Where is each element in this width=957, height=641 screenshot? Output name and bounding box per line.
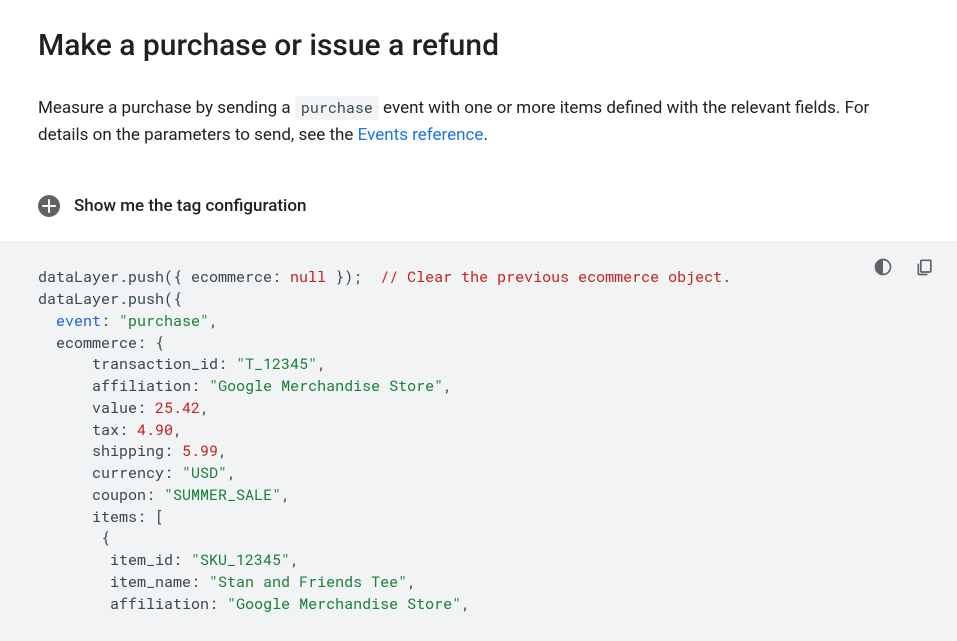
copy-icon [915, 257, 935, 277]
intro-paragraph: Measure a purchase by sending a purchase… [38, 95, 919, 149]
page-title: Make a purchase or issue a refund [38, 28, 919, 63]
expander-label: Show me the tag configuration [74, 196, 306, 216]
code-content: dataLayer.push({ ecommerce: null }); // … [38, 267, 919, 615]
events-reference-link[interactable]: Events reference [358, 125, 484, 145]
plus-icon [38, 195, 60, 217]
expand-tag-config[interactable]: Show me the tag configuration [38, 189, 919, 241]
intro-text-1: Measure a purchase by sending a [38, 98, 295, 118]
code-block: dataLayer.push({ ecommerce: null }); // … [0, 241, 957, 641]
intro-text-3: . [483, 125, 487, 145]
theme-toggle-button[interactable] [869, 253, 897, 281]
theme-icon [873, 257, 893, 277]
inline-code-purchase: purchase [295, 96, 379, 120]
copy-button[interactable] [911, 253, 939, 281]
